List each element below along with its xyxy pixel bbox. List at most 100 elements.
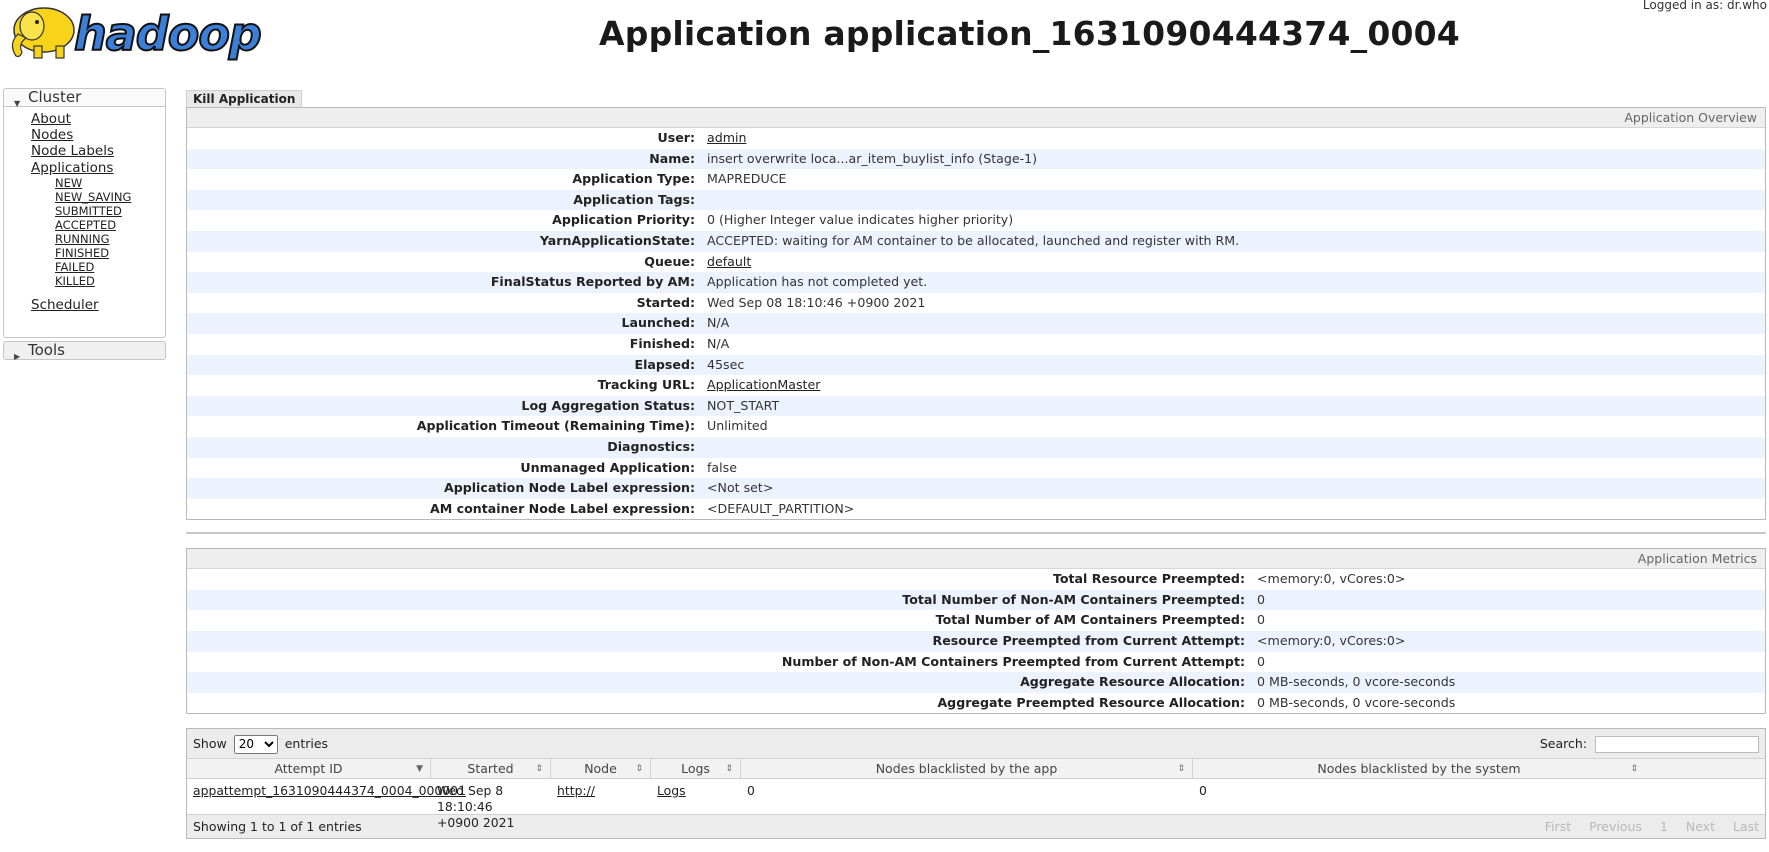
kv-row: Launched: N/A bbox=[187, 313, 1765, 334]
kv-row: Log Aggregation Status: NOT_START bbox=[187, 395, 1765, 417]
table-row: appattempt_1631090444374_0004_000001 Wed… bbox=[187, 779, 1765, 831]
field-label: Queue: bbox=[644, 253, 695, 269]
sort-desc-icon: ▼ bbox=[416, 764, 423, 775]
attempts-table-footer: Showing 1 to 1 of 1 entries First Previo… bbox=[187, 814, 1765, 839]
field-value: N/A bbox=[707, 315, 730, 331]
hadoop-logo: hadoop bbox=[11, 6, 263, 62]
nav-state-finished-link[interactable]: FINISHED bbox=[31, 246, 165, 260]
field-value: 0 bbox=[1257, 653, 1266, 669]
col-attempt-id[interactable]: Attempt ID ▼ bbox=[187, 759, 431, 779]
field-label: Aggregate Preempted Resource Allocation: bbox=[937, 694, 1245, 710]
application-overview-title: Application Overview bbox=[187, 108, 1765, 128]
field-label: Application Tags: bbox=[573, 191, 695, 207]
nav-state-new-link[interactable]: NEW bbox=[31, 176, 165, 190]
overview-rows: User: admin Name: insert overwrite loca...a… bbox=[187, 128, 1765, 519]
pager-last-button[interactable]: Last bbox=[1733, 819, 1759, 834]
blacklisted-system-cell: 0 bbox=[1199, 783, 1207, 799]
nav-state-killed-link[interactable]: KILLED bbox=[31, 274, 165, 288]
field-value-link[interactable]: default bbox=[707, 254, 751, 269]
field-label: Application Type: bbox=[572, 171, 695, 187]
kv-row: FinalStatus Reported by AM: Application h… bbox=[187, 272, 1765, 293]
kv-row: Number of Non-AM Containers Preempted fr… bbox=[187, 652, 1765, 673]
pager-previous-button[interactable]: Previous bbox=[1589, 819, 1642, 834]
field-value: ApplicationMaster bbox=[707, 375, 820, 396]
field-value-link[interactable]: admin bbox=[707, 130, 746, 145]
nav-applications-link[interactable]: Applications bbox=[31, 160, 165, 176]
col-blacklisted-app[interactable]: Nodes blacklisted by the app ⇕ bbox=[741, 759, 1193, 779]
field-label: FinalStatus Reported by AM: bbox=[490, 274, 695, 290]
application-metrics-title: Application Metrics bbox=[187, 549, 1765, 570]
nav-node-labels-link[interactable]: Node Labels bbox=[31, 143, 165, 159]
elephant-icon bbox=[11, 7, 75, 59]
nav-nodes-link[interactable]: Nodes bbox=[31, 127, 165, 143]
col-node[interactable]: Node ⇕ bbox=[551, 759, 651, 779]
sort-icon: ⇕ bbox=[725, 764, 733, 775]
tools-label: Tools bbox=[28, 341, 65, 359]
field-label: AM container Node Label expression: bbox=[430, 500, 695, 516]
kv-row: Tracking URL: ApplicationMaster bbox=[187, 375, 1765, 396]
metrics-rows: Total Resource Preempted: <memory:0, vCor… bbox=[187, 569, 1765, 713]
field-label: Started: bbox=[636, 294, 695, 310]
hadoop-wordmark: hadoop bbox=[74, 7, 261, 61]
field-value: 0 (Higher Integer value indicates higher… bbox=[707, 212, 1014, 228]
cluster-section-header[interactable]: ▼ Cluster bbox=[3, 88, 166, 108]
field-label: Elapsed: bbox=[634, 356, 695, 372]
sidebar: ▼ Cluster About Nodes Node Labels Applic… bbox=[3, 88, 166, 361]
nav-state-submitted-link[interactable]: SUBMITTED bbox=[31, 204, 165, 218]
col-started[interactable]: Started ⇕ bbox=[431, 759, 551, 779]
field-label: Log Aggregation Status: bbox=[521, 397, 695, 413]
field-value: 45sec bbox=[707, 356, 745, 372]
nav-state-accepted-link[interactable]: ACCEPTED bbox=[31, 218, 165, 232]
entries-per-page-select[interactable]: 20 bbox=[233, 734, 278, 754]
field-label: Total Number of Non-AM Containers Preemp… bbox=[902, 591, 1245, 607]
nav-state-new-saving-link[interactable]: NEW_SAVING bbox=[31, 190, 165, 204]
search-input[interactable] bbox=[1595, 736, 1759, 754]
field-label: Unmanaged Application: bbox=[520, 459, 695, 475]
field-value: ACCEPTED: waiting for AM container to be… bbox=[707, 232, 1240, 248]
attempts-table: Show 20 entries Search: Attempt ID ▼ Star… bbox=[186, 728, 1766, 840]
field-value: <Not set> bbox=[707, 480, 774, 496]
cluster-label: Cluster bbox=[28, 88, 82, 106]
nav-state-running-link[interactable]: RUNNING bbox=[31, 232, 165, 246]
attempt-id-link[interactable]: appattempt_1631090444374_0004_000001 bbox=[193, 783, 466, 798]
field-value: 0 bbox=[1257, 591, 1266, 607]
sort-icon: ⇕ bbox=[1177, 764, 1185, 775]
field-value: N/A bbox=[707, 335, 730, 351]
col-logs[interactable]: Logs ⇕ bbox=[651, 759, 741, 779]
logs-link[interactable]: Logs bbox=[657, 783, 686, 798]
kv-row: Finished: N/A bbox=[187, 334, 1765, 355]
caret-right-icon: ▶ bbox=[14, 352, 21, 361]
field-value: 0 bbox=[1257, 612, 1266, 628]
application-metrics-panel: Application Metrics Total Resource Preem… bbox=[186, 548, 1766, 715]
field-value: Unlimited bbox=[707, 418, 768, 434]
logged-in-label: Logged in as: dr.who bbox=[1642, 0, 1767, 12]
nav-state-failed-link[interactable]: FAILED bbox=[31, 260, 165, 274]
table-info: Showing 1 to 1 of 1 entries bbox=[193, 819, 362, 835]
node-link[interactable]: http:// bbox=[557, 783, 595, 798]
kv-row: Total Number of Non-AM Containers Preemp… bbox=[187, 589, 1765, 611]
pager-page-1-button[interactable]: 1 bbox=[1660, 819, 1668, 834]
caret-down-icon: ▼ bbox=[14, 99, 21, 108]
blacklisted-app-cell: 0 bbox=[747, 783, 755, 799]
field-label: Number of Non-AM Containers Preempted fr… bbox=[781, 653, 1245, 669]
attempts-table-header: Attempt ID ▼ Started ⇕ Node ⇕ Logs ⇕ Nodes b… bbox=[187, 759, 1765, 780]
nav-scheduler-link[interactable]: Scheduler bbox=[31, 297, 165, 313]
field-label: Tracking URL: bbox=[597, 377, 695, 393]
started-cell: Wed Sep 8 18:10:46 +0900 2021 bbox=[437, 783, 515, 831]
pager-first-button[interactable]: First bbox=[1545, 819, 1571, 834]
nav-about-link[interactable]: About bbox=[31, 111, 165, 127]
kv-row: Application Priority: 0 (Higher Integer v… bbox=[187, 210, 1765, 231]
attempts-table-toolbar: Show 20 entries Search: bbox=[187, 729, 1765, 760]
pager-next-button[interactable]: Next bbox=[1686, 819, 1715, 834]
field-value: <memory:0, vCores:0> bbox=[1257, 633, 1406, 649]
tools-section-header[interactable]: ▶ Tools bbox=[3, 341, 166, 361]
field-label: Total Number of AM Containers Preempted: bbox=[935, 612, 1245, 628]
col-blacklisted-system[interactable]: Nodes blacklisted by the system ⇕ bbox=[1193, 759, 1645, 778]
kv-row: Resource Preempted from Current Attempt:… bbox=[187, 631, 1765, 652]
kill-application-button[interactable]: Kill Application bbox=[186, 90, 303, 107]
field-value: 0 MB-seconds, 0 vcore-seconds bbox=[1257, 674, 1456, 690]
field-label: Application Priority: bbox=[552, 212, 695, 228]
divider bbox=[186, 532, 1766, 535]
kv-row: Application Timeout (Remaining Time): Unl… bbox=[187, 416, 1765, 437]
field-value-link[interactable]: ApplicationMaster bbox=[707, 377, 820, 392]
